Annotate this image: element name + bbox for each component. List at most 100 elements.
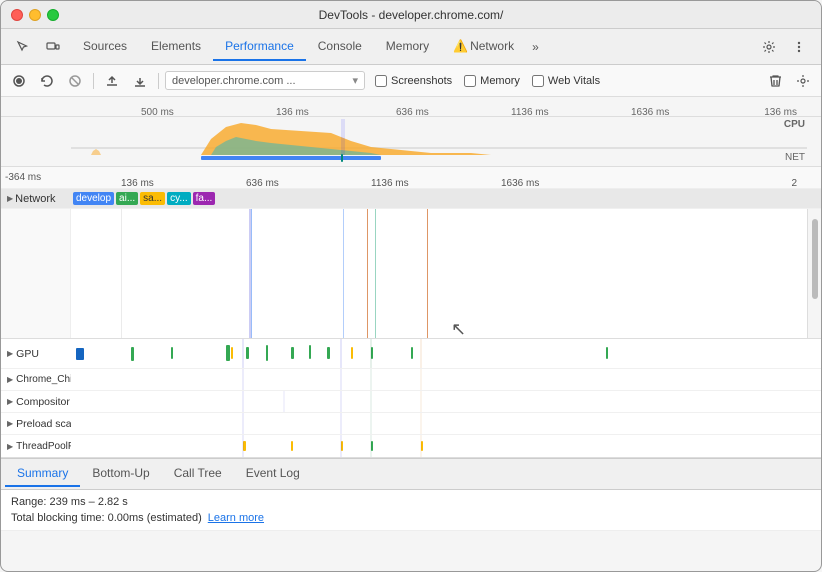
download-button[interactable]	[128, 69, 152, 93]
thread-section: ▶ GPU	[1, 339, 821, 458]
memory-label: Memory	[480, 75, 520, 87]
range-text: Range: 239 ms – 2.82 s	[11, 496, 128, 508]
tab-event-log[interactable]: Event Log	[234, 461, 312, 487]
title-bar: DevTools - developer.chrome.com/	[1, 1, 821, 29]
thread-row-compositor: ▶ Compositor	[1, 391, 821, 413]
network-label-text: Network	[15, 193, 55, 205]
gpu-timeline	[71, 339, 821, 368]
threadpool-label-text: ThreadPoolForegroundWorker	[16, 441, 71, 452]
childio-label[interactable]: ▶ Chrome_ChildIOThread	[1, 374, 71, 385]
net-chart: NET	[71, 152, 807, 162]
compositor-timeline	[71, 391, 821, 412]
network-track-label[interactable]: ▶ Network	[1, 193, 71, 205]
vgrid-green	[375, 209, 376, 338]
record-button[interactable]	[7, 69, 31, 93]
threadpool-expand-arrow: ▶	[7, 442, 13, 451]
childio-timeline	[71, 369, 821, 390]
tab-network[interactable]: ⚠️Network	[441, 33, 526, 61]
network-expand-arrow: ▶	[7, 194, 13, 203]
webvitals-label: Web Vitals	[548, 75, 600, 87]
net-item-3: cy...	[167, 192, 191, 205]
time-mark-2: 636 ms	[246, 178, 279, 189]
url-dropdown-icon[interactable]: ▾	[352, 74, 358, 87]
gpu-expand-arrow: ▶	[7, 349, 13, 358]
memory-checkbox[interactable]	[464, 75, 476, 87]
tab-performance[interactable]: Performance	[213, 33, 306, 61]
memory-checkbox-label[interactable]: Memory	[464, 75, 520, 87]
range-row: Range: 239 ms – 2.82 s	[11, 496, 811, 508]
more-options-button[interactable]	[785, 33, 813, 61]
net-item-0: develop	[73, 192, 114, 205]
childio-expand-arrow: ▶	[7, 375, 13, 384]
preload-expand-arrow: ▶	[7, 419, 13, 428]
net-item-4: fa...	[193, 192, 216, 205]
time-mark-3: 1136 ms	[371, 178, 409, 189]
window-title: DevTools - developer.chrome.com/	[319, 8, 504, 22]
ruler-mark-3: 636 ms	[396, 107, 429, 118]
ruler-mark-2: 136 ms	[276, 107, 309, 118]
cpu-label: CPU	[784, 119, 805, 130]
timeline-ruler: 500 ms 136 ms 636 ms 1136 ms 1636 ms 136…	[1, 97, 821, 117]
time-mark-1: 136 ms	[121, 178, 154, 189]
preload-label[interactable]: ▶ Preload scanner	[1, 418, 71, 430]
main-tab-bar: Sources Elements Performance Console Mem…	[1, 29, 821, 65]
threadpool-label[interactable]: ▶ ThreadPoolForegroundWorker	[1, 441, 71, 452]
vgrid-1	[121, 209, 122, 338]
screenshots-checkbox[interactable]	[375, 75, 387, 87]
cursor-icon: ↖	[451, 319, 466, 339]
tab-summary[interactable]: Summary	[5, 461, 80, 487]
screenshots-checkbox-label[interactable]: Screenshots	[375, 75, 452, 87]
upload-button[interactable]	[100, 69, 124, 93]
tab-elements[interactable]: Elements	[139, 33, 213, 61]
clear-button[interactable]	[63, 69, 87, 93]
time-axis: -364 ms 136 ms 636 ms 1136 ms 1636 ms 2	[1, 167, 821, 189]
gpu-label[interactable]: ▶ GPU	[1, 348, 71, 360]
gpu-label-text: GPU	[16, 348, 39, 360]
device-toggle-button[interactable]	[39, 33, 67, 61]
minimize-button[interactable]	[29, 9, 41, 21]
reload-record-button[interactable]	[35, 69, 59, 93]
webvitals-checkbox-label[interactable]: Web Vitals	[532, 75, 600, 87]
bottom-tab-bar: Summary Bottom-Up Call Tree Event Log	[1, 458, 821, 490]
tabs-container: Sources Elements Performance Console Mem…	[71, 33, 751, 61]
close-button[interactable]	[11, 9, 23, 21]
net-item-1: ai...	[116, 192, 138, 205]
more-tabs-button[interactable]: »	[526, 36, 545, 58]
net-item-2: sa...	[140, 192, 165, 205]
scrollbar-thumb[interactable]	[812, 219, 818, 299]
compositor-label-text: Compositor	[16, 396, 70, 408]
vgrid-selection	[249, 209, 251, 338]
clear-profile-button[interactable]	[763, 69, 787, 93]
maximize-button[interactable]	[47, 9, 59, 21]
screenshots-label: Screenshots	[391, 75, 452, 87]
tab-memory[interactable]: Memory	[374, 33, 441, 61]
compositor-expand-arrow: ▶	[7, 397, 13, 406]
thread-row-preload: ▶ Preload scanner	[1, 413, 821, 435]
network-track-row: ▶ Network develop ai... sa... cy... fa..…	[1, 189, 821, 209]
cpu-net-area: CPU NET	[1, 117, 821, 167]
blocking-time-row: Total blocking time: 0.00ms (estimated) …	[11, 512, 811, 524]
tab-bottom-up[interactable]: Bottom-Up	[80, 461, 161, 487]
thread-row-childio: ▶ Chrome_ChildIOThread	[1, 369, 821, 391]
vgrid-blue-3	[343, 209, 344, 338]
webvitals-checkbox[interactable]	[532, 75, 544, 87]
learn-more-link[interactable]: Learn more	[208, 512, 264, 524]
bottom-info-panel: Range: 239 ms – 2.82 s Total blocking ti…	[1, 490, 821, 531]
url-filter-bar[interactable]: developer.chrome.com ... ▾	[165, 71, 365, 90]
ruler-mark-1: 500 ms	[141, 107, 174, 118]
compositor-label[interactable]: ▶ Compositor	[1, 396, 71, 408]
threadpool-timeline	[71, 435, 821, 457]
tab-call-tree[interactable]: Call Tree	[162, 461, 234, 487]
tab-console[interactable]: Console	[306, 33, 374, 61]
scrollbar-right[interactable]	[807, 209, 821, 338]
toolbar-separator-2	[158, 73, 159, 89]
tab-sources[interactable]: Sources	[71, 33, 139, 61]
childio-label-text: Chrome_ChildIOThread	[16, 374, 71, 385]
inspect-element-button[interactable]	[9, 33, 37, 61]
settings-button[interactable]	[755, 33, 783, 61]
network-warning-icon: ⚠️	[453, 39, 468, 53]
toolbar-settings-button[interactable]	[791, 69, 815, 93]
cpu-chart: CPU	[71, 119, 807, 155]
toolbar-right	[763, 69, 815, 93]
vgrid-orange-1	[367, 209, 368, 338]
